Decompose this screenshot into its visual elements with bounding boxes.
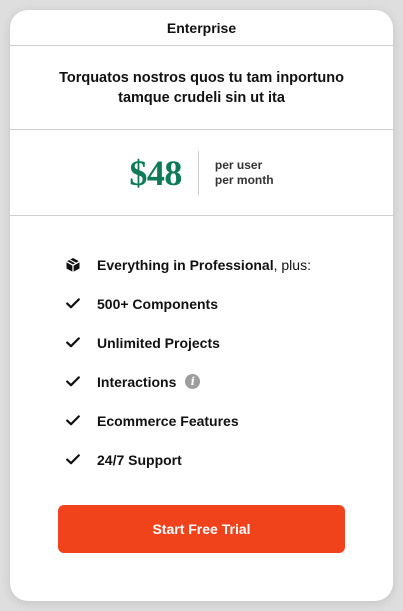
price-period-line-2: per month [214,172,274,187]
feature-lead-item: Everything in Professional, plus: [65,245,393,284]
feature-label: 500+ Components [97,295,218,312]
feature-label: 24/7 Support [97,451,182,468]
check-icon [65,335,81,351]
plan-title: Enterprise [10,10,393,46]
feature-lead-strong: Everything in Professional [97,256,274,273]
plan-tagline-line-2: tamque crudeli sin ut ita [118,89,285,106]
feature-item: Ecommerce Features [65,401,393,440]
feature-lead-rest: , plus: [273,256,311,273]
info-icon[interactable]: i [185,374,201,389]
feature-label: Ecommerce Features [97,412,239,429]
pricing-card: Enterprise Torquatos nostros quos tu tam… [10,10,393,601]
check-icon [65,374,81,390]
feature-list: Everything in Professional, plus: 500+ C… [10,216,393,479]
price-section: $48 per user per month [10,130,393,216]
plan-tagline-line-1: Torquatos nostros quos tu tam inportuno [59,69,344,86]
feature-lead-label: Everything in Professional, plus: [97,257,311,273]
feature-item: 500+ Components [65,284,393,323]
feature-label: Interactions [97,373,177,390]
feature-label: Unlimited Projects [97,334,220,351]
price-period-line-1: per user [214,157,263,172]
check-icon [65,452,81,468]
feature-item: Unlimited Projects [65,323,393,362]
cube-icon [65,257,81,273]
start-free-trial-button[interactable]: Start Free Trial [58,505,345,553]
price-amount: $48 [129,152,182,193]
plan-tagline: Torquatos nostros quos tu tam inportuno … [10,46,393,130]
price-period: per user per month [199,158,274,188]
feature-item: 24/7 Support [65,440,393,479]
check-icon [65,413,81,429]
check-icon [65,296,81,312]
feature-item: Interactions i [65,362,393,401]
